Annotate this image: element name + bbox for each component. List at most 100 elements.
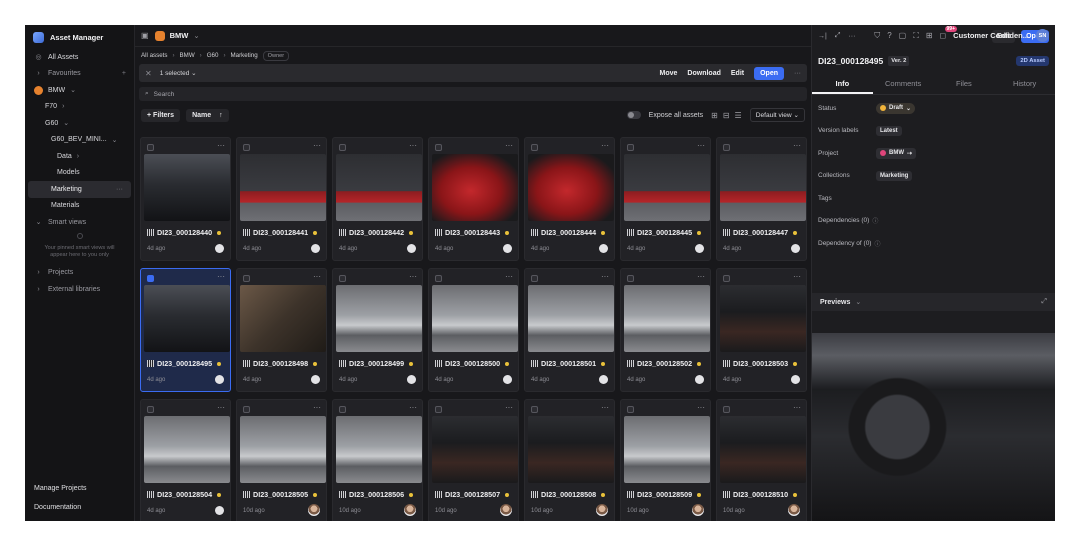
more-icon[interactable]: ···: [217, 141, 225, 150]
more-icon[interactable]: ···: [505, 403, 513, 412]
asset-thumbnail[interactable]: [432, 416, 518, 483]
asset-thumbnail[interactable]: [240, 416, 326, 483]
more-icon[interactable]: ···: [697, 141, 705, 150]
asset-card[interactable]: ··· DI23_000128443 4d ago: [428, 137, 519, 261]
more-icon[interactable]: ···: [794, 70, 801, 77]
asset-thumbnail[interactable]: [624, 285, 710, 352]
select-checkbox[interactable]: [627, 275, 634, 282]
more-icon[interactable]: ···: [601, 141, 609, 150]
asset-thumbnail[interactable]: [624, 416, 710, 483]
asset-card[interactable]: ··· DI23_000128504 4d ago: [140, 399, 231, 521]
selection-count[interactable]: 1 selected ⌄: [160, 69, 197, 77]
more-icon[interactable]: ···: [313, 403, 321, 412]
asset-thumbnail[interactable]: [336, 285, 422, 352]
version-badge[interactable]: Ver. 2: [888, 56, 910, 66]
fullscreen-icon[interactable]: ⛶: [913, 31, 919, 41]
asset-card[interactable]: ··· DI23_000128507 10d ago: [428, 399, 519, 521]
asset-card[interactable]: ··· DI23_000128440 4d ago: [140, 137, 231, 261]
shield-icon[interactable]: ⛉: [874, 31, 880, 41]
open-button[interactable]: Open: [754, 66, 784, 80]
more-icon[interactable]: ···: [217, 272, 225, 281]
more-icon[interactable]: ···: [409, 272, 417, 281]
asset-card[interactable]: ··· DI23_000128509 10d ago: [620, 399, 711, 521]
asset-thumbnail[interactable]: [720, 285, 806, 352]
status-badge[interactable]: Draft ⌄: [876, 102, 916, 114]
sidebar-item-smart-views[interactable]: ⌄ Smart views: [25, 214, 134, 231]
more-icon[interactable]: ···: [217, 403, 225, 412]
more-icon[interactable]: ···: [313, 141, 321, 150]
select-checkbox[interactable]: [147, 144, 154, 151]
asset-card[interactable]: ··· DI23_000128442 4d ago: [332, 137, 423, 261]
asset-thumbnail[interactable]: [144, 285, 230, 352]
asset-card[interactable]: ··· DI23_000128445 4d ago: [620, 137, 711, 261]
asset-card[interactable]: ··· DI23_000128502 4d ago: [620, 268, 711, 392]
asset-card[interactable]: ··· DI23_000128444 4d ago: [524, 137, 615, 261]
select-checkbox[interactable]: [435, 275, 442, 282]
select-checkbox[interactable]: [243, 406, 250, 413]
asset-thumbnail[interactable]: [240, 154, 326, 221]
grid-view-icon[interactable]: ⊞: [711, 111, 718, 120]
more-icon[interactable]: ···: [409, 141, 417, 150]
avatar[interactable]: SN: [1036, 29, 1049, 42]
help-icon[interactable]: ⓘ: [872, 216, 878, 225]
tab-history[interactable]: History: [994, 75, 1055, 94]
collection-chip[interactable]: Marketing: [876, 170, 913, 181]
expose-toggle[interactable]: [626, 111, 641, 119]
sidebar-item-models[interactable]: Models: [25, 165, 134, 182]
sidebar-toggle-icon[interactable]: ▣: [141, 31, 149, 40]
sidebar-item-bmw[interactable]: BMW ⌄: [25, 82, 134, 99]
asset-thumbnail[interactable]: [240, 285, 326, 352]
more-icon[interactable]: ···: [601, 272, 609, 281]
asset-card[interactable]: ··· DI23_000128500 4d ago: [428, 268, 519, 392]
breadcrumb-marketing[interactable]: Marketing: [231, 52, 258, 59]
sidebar-item-favourites[interactable]: › Favourites +: [25, 66, 134, 83]
sidebar-item-g60[interactable]: G60 ⌄: [25, 115, 134, 132]
more-icon[interactable]: ···: [697, 403, 705, 412]
asset-thumbnail[interactable]: [144, 416, 230, 483]
asset-card[interactable]: ··· DI23_000128505 10d ago: [236, 399, 327, 521]
more-icon[interactable]: ···: [409, 403, 417, 412]
asset-card[interactable]: ··· DI23_000128498 4d ago: [236, 268, 327, 392]
view-selector[interactable]: Default view ⌄: [749, 108, 805, 122]
help-icon[interactable]: ?: [887, 31, 891, 40]
account-name[interactable]: Customer Confiden...: [953, 31, 1029, 40]
sidebar-item-external-libraries[interactable]: › External libraries: [25, 281, 134, 298]
project-chip[interactable]: BMW ⇢: [876, 147, 917, 159]
select-checkbox[interactable]: [723, 275, 730, 282]
asset-card[interactable]: ··· DI23_000128506 10d ago: [332, 399, 423, 521]
asset-thumbnail[interactable]: [720, 154, 806, 221]
gallery-view-icon[interactable]: ⊟: [723, 111, 730, 120]
asset-thumbnail[interactable]: [432, 285, 518, 352]
more-icon[interactable]: ···: [116, 186, 123, 193]
select-checkbox[interactable]: [627, 406, 634, 413]
sort-button[interactable]: Name ↑: [186, 108, 229, 122]
select-checkbox[interactable]: [339, 275, 346, 282]
notifications-icon[interactable]: ◻ 99+: [940, 26, 957, 40]
chat-icon[interactable]: ▢: [899, 31, 907, 40]
asset-card[interactable]: ··· DI23_000128501 4d ago: [524, 268, 615, 392]
version-label-chip[interactable]: Latest: [876, 125, 902, 136]
select-checkbox[interactable]: [147, 275, 154, 282]
sidebar-item-g60-bev[interactable]: G60_BEV_MINI... ⌄: [25, 132, 134, 149]
select-checkbox[interactable]: [339, 144, 346, 151]
more-icon[interactable]: ···: [505, 141, 513, 150]
asset-card[interactable]: ··· DI23_000128441 4d ago: [236, 137, 327, 261]
sidebar-item-materials[interactable]: Materials: [25, 198, 134, 215]
select-checkbox[interactable]: [435, 144, 442, 151]
more-icon[interactable]: ···: [313, 272, 321, 281]
workspace-selector[interactable]: BMW ⌄: [154, 30, 200, 41]
asset-card[interactable]: ··· DI23_000128503 4d ago: [716, 268, 807, 392]
asset-thumbnail[interactable]: [336, 154, 422, 221]
more-icon[interactable]: ···: [793, 403, 801, 412]
asset-thumbnail[interactable]: [720, 416, 806, 483]
help-icon[interactable]: ⓘ: [874, 239, 880, 248]
sidebar-item-marketing[interactable]: Marketing ···: [28, 181, 131, 198]
asset-card[interactable]: ··· DI23_000128447 4d ago: [716, 137, 807, 261]
apps-icon[interactable]: ⊞: [926, 31, 933, 40]
expand-preview-icon[interactable]: ⤢: [1041, 298, 1047, 306]
asset-thumbnail[interactable]: [624, 154, 710, 221]
move-button[interactable]: Move: [660, 70, 678, 77]
close-icon[interactable]: ✕: [145, 69, 152, 78]
tab-comments[interactable]: Comments: [873, 75, 934, 94]
previews-header[interactable]: Previews ⌄ ⤢: [812, 293, 1055, 311]
